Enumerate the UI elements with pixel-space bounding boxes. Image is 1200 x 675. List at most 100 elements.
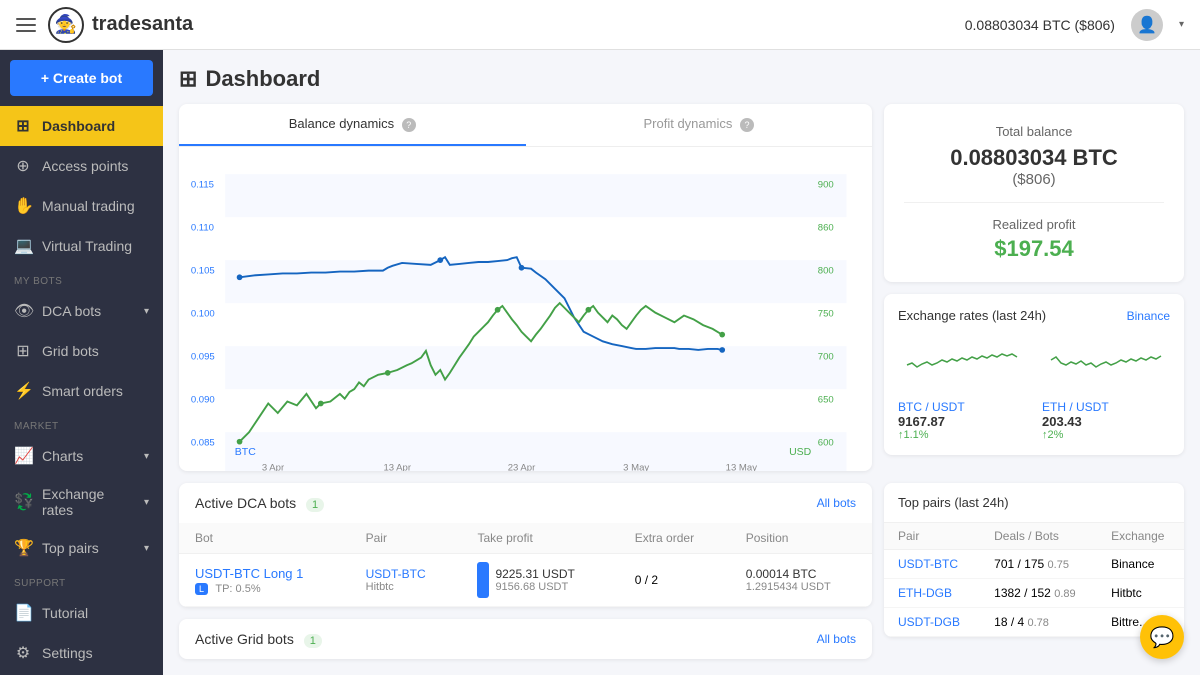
sidebar-item-exchange-rates[interactable]: 💱 Exchange rates ▾ <box>0 476 163 528</box>
list-item: USDT-BTC 701 / 175 0.75 Binance <box>884 550 1184 579</box>
dashboard-grid-icon: ⊞ <box>179 66 197 92</box>
sidebar-item-top-pairs[interactable]: 🏆 Top pairs ▾ <box>0 528 163 568</box>
dashboard-icon: ⊞ <box>14 116 32 136</box>
svg-text:13 May: 13 May <box>726 462 758 471</box>
bot-name[interactable]: USDT-BTC Long 1 <box>195 566 334 581</box>
col-deals-bots-header: Deals / Bots <box>980 523 1097 550</box>
chevron-icon: ▾ <box>144 451 149 462</box>
main-chart-svg: 0.115 0.110 0.105 0.100 0.095 0.090 0.08… <box>187 155 856 471</box>
tab-profit-dynamics[interactable]: Profit dynamics ? <box>526 104 873 146</box>
bot-tag-tp: L TP: 0.5% <box>195 581 334 595</box>
chevron-icon: ▾ <box>144 497 149 508</box>
bot-cell: USDT-BTC Long 1 L TP: 0.5% <box>179 554 350 607</box>
svg-text:860: 860 <box>818 222 834 233</box>
col-bot: Bot <box>179 523 350 554</box>
sidebar-item-dashboard[interactable]: ⊞ Dashboard <box>0 106 163 146</box>
profit-help-icon: ? <box>740 118 754 132</box>
grid-all-bots-link[interactable]: All bots <box>817 632 856 646</box>
chevron-icon: ▾ <box>144 306 149 317</box>
dca-all-bots-link[interactable]: All bots <box>817 496 856 510</box>
position-cell: 0.00014 BTC 1.2915434 USDT <box>730 554 872 607</box>
tutorial-icon: 📄 <box>14 603 32 623</box>
tab-balance-dynamics[interactable]: Balance dynamics ? <box>179 104 526 146</box>
sidebar: + Create bot ⊞ Dashboard ⊕ Access points… <box>0 50 163 675</box>
realized-profit-label: Realized profit <box>904 202 1164 232</box>
app-header: 🧙 tradesanta 0.08803034 BTC ($806) 👤 ▾ <box>0 0 1200 50</box>
create-bot-button[interactable]: + Create bot <box>10 60 153 96</box>
sidebar-item-manual-trading[interactable]: ✋ Manual trading <box>0 186 163 226</box>
main-content: ⊞ Dashboard Balance dynamics ? Profit dy… <box>163 50 1200 675</box>
eth-pair-change: ↑2% <box>1042 429 1170 441</box>
sidebar-item-settings[interactable]: ⚙ Settings <box>0 633 163 673</box>
top-pair-name[interactable]: ETH-DGB <box>884 579 980 608</box>
chevron-icon: ▾ <box>144 543 149 554</box>
virtual-trading-icon: 💻 <box>14 236 32 256</box>
grid-bots-icon: ⊞ <box>14 341 32 361</box>
balance-help-icon: ? <box>402 118 416 132</box>
svg-text:0.095: 0.095 <box>191 351 215 362</box>
dca-section-title: Active DCA bots 1 <box>195 495 324 511</box>
svg-text:USD: USD <box>789 446 812 458</box>
hamburger-menu[interactable] <box>16 18 36 32</box>
mini-charts <box>898 335 1170 390</box>
btc-pair-name: BTC / USDT <box>898 400 1026 414</box>
sidebar-item-grid-bots[interactable]: ⊞ Grid bots <box>0 331 163 371</box>
sidebar-item-access-points[interactable]: ⊕ Access points <box>0 146 163 186</box>
usd-amount: ($806) <box>904 171 1164 188</box>
btc-pair-value: 9167.87 <box>898 414 1026 429</box>
sidebar-item-charts[interactable]: 📈 Charts ▾ <box>0 436 163 476</box>
svg-text:0.085: 0.085 <box>191 438 215 449</box>
sidebar-item-virtual-trading[interactable]: 💻 Virtual Trading <box>0 226 163 266</box>
sidebar-item-tutorial[interactable]: 📄 Tutorial <box>0 593 163 633</box>
col-extra-order: Extra order <box>619 523 730 554</box>
top-pair-deals: 18 / 4 0.78 <box>980 608 1097 637</box>
smart-orders-icon: ⚡ <box>14 381 32 401</box>
top-pair-name[interactable]: USDT-BTC <box>884 550 980 579</box>
bottom-right: Top pairs (last 24h) Pair Deals / Bots E… <box>884 483 1184 659</box>
chevron-down-icon[interactable]: ▾ <box>1179 19 1184 30</box>
eth-pair-name: ETH / USDT <box>1042 400 1170 414</box>
bottom-left: Active DCA bots 1 All bots Bot Pair Take… <box>179 483 872 659</box>
top-pairs-table: Pair Deals / Bots Exchange USDT-BTC 701 … <box>884 523 1184 637</box>
svg-text:800: 800 <box>818 265 834 276</box>
svg-text:3 May: 3 May <box>623 462 649 471</box>
pair-link[interactable]: USDT-BTC <box>366 567 446 581</box>
top-pair-exchange: Binance <box>1097 550 1184 579</box>
chart-tabs: Balance dynamics ? Profit dynamics ? <box>179 104 872 147</box>
svg-text:650: 650 <box>818 395 834 406</box>
charts-icon: 📈 <box>14 446 32 466</box>
eth-mini-chart <box>1042 335 1170 390</box>
chat-bubble[interactable]: 💬 <box>1140 615 1184 659</box>
take-profit-cell: 9225.31 USDT 9156.68 USDT <box>461 554 618 607</box>
btc-chart-svg <box>898 335 1026 385</box>
sidebar-item-dca-bots[interactable]: 👁 DCA bots ▾ <box>0 291 163 331</box>
btc-amount: 0.08803034 BTC <box>904 145 1164 171</box>
exchange-rates-icon: 💱 <box>14 492 32 512</box>
dca-count: 1 <box>306 498 324 512</box>
col-exchange-header: Exchange <box>1097 523 1184 550</box>
top-pair-deals: 1382 / 152 0.89 <box>980 579 1097 608</box>
top-pair-name[interactable]: USDT-DGB <box>884 608 980 637</box>
sidebar-item-label: Access points <box>42 158 128 174</box>
svg-text:13 Apr: 13 Apr <box>383 462 411 471</box>
btc-usdt-pair: BTC / USDT 9167.87 ↑1.1% <box>898 400 1026 441</box>
svg-text:0.110: 0.110 <box>191 222 214 233</box>
content-row: Balance dynamics ? Profit dynamics ? <box>179 104 1184 471</box>
user-avatar[interactable]: 👤 <box>1131 9 1163 41</box>
dca-bots-icon: 👁 <box>14 301 32 321</box>
header-balance: 0.08803034 BTC ($806) <box>965 17 1115 33</box>
sidebar-item-label: Settings <box>42 645 93 661</box>
sidebar-item-smart-orders[interactable]: ⚡ Smart orders <box>0 371 163 411</box>
top-pairs-icon: 🏆 <box>14 538 32 558</box>
svg-text:0.115: 0.115 <box>191 179 214 190</box>
logo-icon: 🧙 <box>48 7 84 43</box>
col-position: Position <box>730 523 872 554</box>
sidebar-item-label: Smart orders <box>42 383 123 399</box>
exchange-pairs: BTC / USDT 9167.87 ↑1.1% ETH / USDT 203.… <box>898 400 1170 441</box>
sidebar-item-label: Dashboard <box>42 118 115 134</box>
extra-order-cell: 0 / 2 <box>619 554 730 607</box>
col-pair: Pair <box>350 523 462 554</box>
svg-text:0.105: 0.105 <box>191 265 215 276</box>
active-dca-bots-section: Active DCA bots 1 All bots Bot Pair Take… <box>179 483 872 607</box>
eth-chart-svg <box>1042 335 1170 385</box>
